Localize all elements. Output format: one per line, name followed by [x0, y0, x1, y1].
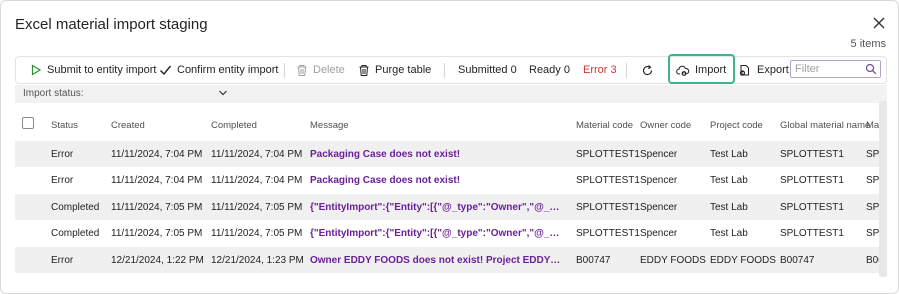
import-status-filter[interactable]: Import status: — [15, 85, 887, 103]
cell-status: Completed — [51, 228, 100, 239]
table-row[interactable]: Error 11/11/2024, 7:04 PM 11/11/2024, 7:… — [15, 167, 887, 193]
column-header-completed[interactable]: Completed — [211, 120, 257, 131]
cell-project-code: EDDY FOODS — [710, 255, 776, 266]
dialog-title: Excel material import staging — [15, 16, 208, 33]
item-count: 5 items — [850, 38, 886, 50]
column-header-created[interactable]: Created — [111, 120, 145, 131]
cell-completed: 11/11/2024, 7:04 PM — [211, 175, 303, 186]
cell-created: 11/11/2024, 7:05 PM — [111, 202, 203, 213]
play-icon — [31, 64, 42, 76]
error-filter-button[interactable]: Error 3 — [583, 57, 617, 83]
cell-message: Packaging Case does not exist! — [310, 149, 461, 160]
toolbar-divider — [444, 63, 445, 78]
cell-created: 12/21/2024, 1:22 PM — [111, 255, 204, 266]
column-header-status[interactable]: Status — [51, 120, 78, 131]
cell-status: Error — [51, 175, 74, 186]
cell-project-code: Test Lab — [710, 202, 748, 213]
select-all-checkbox[interactable] — [22, 117, 34, 129]
chevron-down-icon[interactable] — [217, 87, 229, 99]
refresh-button[interactable] — [641, 57, 659, 83]
purge-label: Purge table — [375, 64, 432, 76]
error-label: Error 3 — [583, 64, 617, 76]
export-label: Export — [757, 64, 789, 76]
cell-completed: 11/11/2024, 7:05 PM — [211, 202, 303, 213]
cell-global-material-name: SPLOTTEST1 — [780, 202, 844, 213]
cell-global-material-name: SPLOTTEST1 — [780, 228, 844, 239]
import-staging-dialog: Excel material import staging 5 items Su… — [0, 0, 899, 294]
column-header-message[interactable]: Message — [310, 120, 349, 131]
cell-completed: 11/11/2024, 7:04 PM — [211, 149, 303, 160]
filter-input[interactable] — [795, 62, 863, 76]
cell-status: Error — [51, 255, 74, 266]
table-row[interactable]: Completed 11/11/2024, 7:05 PM 11/11/2024… — [15, 220, 887, 246]
cell-project-code: Test Lab — [710, 175, 748, 186]
submit-to-entity-import-button[interactable]: Submit to entity import — [30, 57, 156, 83]
ready-label: Ready 0 — [529, 64, 570, 76]
column-header-material-code[interactable]: Material code — [576, 120, 633, 131]
submitted-filter-button[interactable]: Submitted 0 — [458, 57, 517, 83]
filter-box — [790, 60, 881, 78]
cell-message: Owner EDDY FOODS does not exist! Project… — [310, 255, 562, 266]
checkmark-icon — [160, 65, 172, 76]
cell-created: 11/11/2024, 7:05 PM — [111, 228, 203, 239]
submitted-label: Submitted 0 — [458, 64, 517, 76]
table-header: Status Created Completed Message Materia… — [15, 105, 887, 141]
search-icon[interactable] — [865, 63, 877, 75]
import-button-highlight — [668, 54, 735, 84]
cell-global-material-name: B00747 — [780, 255, 815, 266]
cell-owner-code: Spencer — [640, 228, 678, 239]
import-status-label: Import status: — [23, 88, 84, 99]
cell-owner-code: EDDY FOODS — [640, 255, 706, 266]
cell-status: Completed — [51, 202, 100, 213]
purge-table-button[interactable]: Purge table — [358, 57, 431, 83]
cell-owner-code: Spencer — [640, 202, 678, 213]
cell-created: 11/11/2024, 7:04 PM — [111, 149, 203, 160]
cell-project-code: Test Lab — [710, 228, 748, 239]
cell-global-material-name: SPLOTTEST1 — [780, 175, 844, 186]
toolbar-divider — [626, 63, 627, 78]
cell-created: 11/11/2024, 7:04 PM — [111, 175, 203, 186]
ready-filter-button[interactable]: Ready 0 — [529, 57, 570, 83]
table-row[interactable]: Completed 11/11/2024, 7:05 PM 11/11/2024… — [15, 194, 887, 220]
delete-button[interactable]: Delete — [296, 57, 345, 83]
cell-message: {"EntityImport":{"Entity":[{"@_type":"Ow… — [310, 202, 562, 213]
staging-table: Status Created Completed Message Materia… — [15, 105, 887, 277]
submit-label: Submit to entity import — [47, 64, 157, 76]
cell-status: Error — [51, 149, 74, 160]
toolbar-divider — [284, 63, 285, 78]
refresh-icon — [642, 64, 653, 75]
cell-owner-code: Spencer — [640, 175, 678, 186]
table-row[interactable]: Error 12/21/2024, 1:22 PM 12/21/2024, 1:… — [15, 247, 887, 273]
cell-global-material-name: SPLOTTEST1 — [780, 149, 844, 160]
cell-material-code: SPLOTTEST1 — [576, 149, 640, 160]
export-button[interactable]: Export — [738, 57, 789, 83]
cell-message: Packaging Case does not exist! — [310, 175, 461, 186]
cell-material-code: SPLOTTEST1 — [576, 228, 640, 239]
cell-completed: 11/11/2024, 7:05 PM — [211, 228, 303, 239]
toolbar: Submit to entity import Confirm entity i… — [15, 56, 887, 84]
trash-icon — [297, 64, 307, 76]
vertical-scrollbar[interactable] — [879, 101, 887, 277]
cell-owner-code: Spencer — [640, 149, 678, 160]
cell-completed: 12/21/2024, 1:23 PM — [211, 255, 304, 266]
table-row[interactable]: Error 11/11/2024, 7:04 PM 11/11/2024, 7:… — [15, 141, 887, 167]
confirm-entity-import-button[interactable]: Confirm entity import — [159, 57, 278, 83]
trash-icon — [359, 64, 369, 76]
cell-project-code: Test Lab — [710, 149, 748, 160]
cell-material-code: SPLOTTEST1 — [576, 175, 640, 186]
cell-material-code: B00747 — [576, 255, 611, 266]
column-header-project-code[interactable]: Project code — [710, 120, 763, 131]
delete-label: Delete — [313, 64, 345, 76]
column-header-owner-code[interactable]: Owner code — [640, 120, 691, 131]
cell-message: {"EntityImport":{"Entity":[{"@_type":"Ow… — [310, 228, 562, 239]
confirm-label: Confirm entity import — [177, 64, 279, 76]
export-icon — [739, 65, 749, 76]
column-header-global-material-name[interactable]: Global material name — [780, 120, 870, 131]
cell-material-code: SPLOTTEST1 — [576, 202, 640, 213]
close-icon[interactable] — [871, 15, 887, 31]
